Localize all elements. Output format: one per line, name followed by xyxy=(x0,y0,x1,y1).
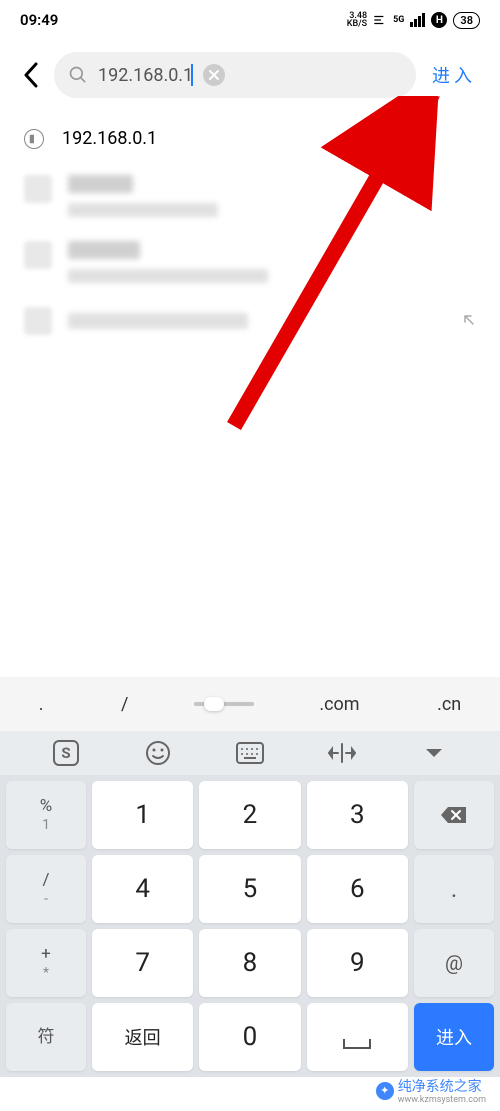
insert-icon[interactable] xyxy=(462,312,476,331)
watermark-icon: ✦ xyxy=(376,1082,394,1100)
suggestion-item-blurred[interactable] xyxy=(0,295,500,347)
suggestion-text: 192.168.0.1 xyxy=(62,128,157,149)
key-percent[interactable]: %1 xyxy=(6,781,86,849)
search-icon xyxy=(68,65,88,85)
key-slash[interactable]: /- xyxy=(6,855,86,923)
key-4[interactable]: 4 xyxy=(92,855,193,923)
suggestion-item[interactable]: 192.168.0.1 xyxy=(0,114,500,163)
kb-suggest-cn[interactable]: .cn xyxy=(425,694,473,715)
dropdown-button[interactable] xyxy=(417,736,451,770)
key-9[interactable]: 9 xyxy=(307,929,408,997)
enter-button[interactable]: 进入 xyxy=(424,62,484,88)
keyboard-toolbar: S xyxy=(0,731,500,775)
key-return[interactable]: 返回 xyxy=(92,1003,193,1071)
data-icon xyxy=(373,13,387,27)
key-dot[interactable]: . xyxy=(414,855,494,923)
compass-icon xyxy=(24,129,44,149)
key-6[interactable]: 6 xyxy=(307,855,408,923)
key-2[interactable]: 2 xyxy=(199,781,300,849)
search-box[interactable]: 192.168.0.1 xyxy=(54,52,416,98)
blurred-thumb xyxy=(24,241,52,269)
battery-icon: 38 xyxy=(453,12,480,29)
key-plus[interactable]: +* xyxy=(6,929,86,997)
key-at[interactable]: @ xyxy=(414,929,494,997)
key-enter[interactable]: 进入 xyxy=(414,1003,494,1071)
key-8[interactable]: 8 xyxy=(199,929,300,997)
status-time: 09:49 xyxy=(20,11,58,29)
kb-suggest-dot[interactable]: . xyxy=(27,694,56,715)
suggestion-item-blurred[interactable] xyxy=(0,229,500,295)
keyboard-keys: %1 1 2 3 /- 4 5 6 . +* 7 8 9 @ 符 返回 0 进入 xyxy=(0,775,500,1077)
cursor-move-button[interactable] xyxy=(325,736,359,770)
suggestions-list: 192.168.0.1 xyxy=(0,106,500,355)
blurred-thumb xyxy=(24,175,52,203)
keyboard-suggestion-bar: . / .com .cn xyxy=(0,677,500,731)
clear-button[interactable] xyxy=(203,64,225,86)
kb-suggest-com[interactable]: .com xyxy=(307,694,371,715)
status-icons: 3.48 KB/S 5G H 38 xyxy=(347,12,480,29)
emoji-button[interactable] xyxy=(141,736,175,770)
kb-slider[interactable] xyxy=(194,702,254,706)
status-bar: 09:49 3.48 KB/S 5G H 38 xyxy=(0,0,500,40)
key-0[interactable]: 0 xyxy=(199,1003,300,1071)
key-3[interactable]: 3 xyxy=(307,781,408,849)
key-7[interactable]: 7 xyxy=(92,929,193,997)
h-icon: H xyxy=(431,12,447,28)
key-1[interactable]: 1 xyxy=(92,781,193,849)
search-input[interactable]: 192.168.0.1 xyxy=(98,64,193,86)
ime-button[interactable]: S xyxy=(49,736,83,770)
keyboard-switch-button[interactable] xyxy=(233,736,267,770)
search-row: 192.168.0.1 进入 xyxy=(0,40,500,106)
key-space[interactable] xyxy=(307,1003,408,1071)
blurred-thumb xyxy=(24,307,52,335)
key-5[interactable]: 5 xyxy=(199,855,300,923)
key-backspace[interactable] xyxy=(414,781,494,849)
keyboard: . / .com .cn S %1 1 2 3 /- 4 5 6 . xyxy=(0,677,500,1077)
key-symbol[interactable]: 符 xyxy=(6,1003,86,1071)
suggestion-item-blurred[interactable] xyxy=(0,163,500,229)
watermark: ✦ 纯净系统之家 www.kzmsystem.com xyxy=(376,1076,486,1105)
kb-suggest-slash[interactable]: / xyxy=(109,694,140,715)
back-button[interactable] xyxy=(16,62,46,88)
signal-icon xyxy=(410,13,425,27)
